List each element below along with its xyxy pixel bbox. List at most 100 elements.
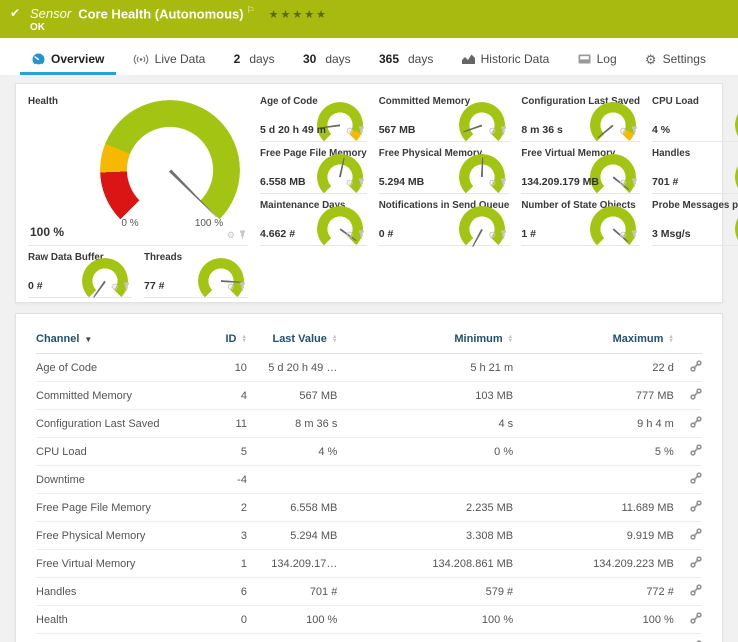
gauge-arc bbox=[198, 258, 244, 304]
gear-icon[interactable]: ⚙ bbox=[488, 179, 496, 188]
sort-icon: ▲▼ bbox=[241, 335, 246, 344]
gear-icon[interactable]: ⚙ bbox=[111, 283, 119, 292]
cell-last-value: 4 % bbox=[247, 438, 337, 466]
pin-icon[interactable] bbox=[123, 282, 130, 292]
gear-icon[interactable]: ⚙ bbox=[619, 179, 627, 188]
gauge-tile[interactable]: CPU Load 4 % ⚙ bbox=[652, 90, 738, 142]
gear-icon[interactable]: ⚙ bbox=[619, 127, 627, 136]
gauge-tile-actions: ⚙ bbox=[488, 126, 507, 136]
priority-stars[interactable]: ★★★★★ bbox=[269, 9, 328, 21]
cell-minimum: 100 % bbox=[337, 606, 513, 634]
gauge-value: 8 m 36 s bbox=[521, 124, 562, 136]
channel-settings-wrench-icon[interactable] bbox=[690, 444, 702, 456]
pin-icon[interactable] bbox=[631, 178, 638, 188]
gear-icon[interactable]: ⚙ bbox=[346, 127, 354, 136]
tab-historic-data[interactable]: Historic Data bbox=[450, 52, 562, 75]
cell-maximum: 9.919 MB bbox=[513, 522, 674, 550]
tab-live-data[interactable]: Live Data bbox=[121, 52, 218, 75]
pin-icon[interactable] bbox=[358, 126, 365, 136]
tab-number: 30 bbox=[303, 52, 316, 66]
gauge-tile[interactable]: Maintenance Days 4.662 # ⚙ bbox=[260, 194, 367, 246]
cell-minimum: 0 % bbox=[337, 438, 513, 466]
gauge-title: Handles bbox=[652, 142, 738, 159]
pin-icon[interactable] bbox=[358, 230, 365, 240]
gauge-grid: Health 0 % 100 % 100 % ⚙ bbox=[28, 90, 710, 298]
gear-icon[interactable]: ⚙ bbox=[346, 179, 354, 188]
gear-icon[interactable]: ⚙ bbox=[346, 231, 354, 240]
gauge-tile[interactable]: Committed Memory 567 MB ⚙ bbox=[379, 90, 510, 142]
gauge-icon bbox=[32, 53, 45, 66]
gauge-tile[interactable]: Number of State Objects 1 # ⚙ bbox=[521, 194, 640, 246]
gear-icon[interactable]: ⚙ bbox=[619, 231, 627, 240]
pin-icon[interactable] bbox=[500, 126, 507, 136]
gauge-tile[interactable]: Age of Code 5 d 20 h 49 m ⚙ bbox=[260, 90, 367, 142]
gauge-tile[interactable]: Free Physical Memory 5.294 MB ⚙ bbox=[379, 142, 510, 194]
gear-icon[interactable]: ⚙ bbox=[488, 127, 496, 136]
gauge-tile[interactable]: Threads 77 # ⚙ bbox=[144, 246, 248, 298]
column-header-maximum[interactable]: Maximum▲▼ bbox=[513, 324, 674, 354]
tab-number: 365 bbox=[379, 52, 399, 66]
cell-last-value: 567 MB bbox=[247, 382, 337, 410]
column-header-minimum[interactable]: Minimum▲▼ bbox=[337, 324, 513, 354]
settings-gear-icon: ⚙ bbox=[645, 53, 657, 66]
channel-settings-wrench-icon[interactable] bbox=[690, 416, 702, 428]
pin-icon[interactable] bbox=[631, 230, 638, 240]
tab-2-days[interactable]: 2 days bbox=[222, 52, 287, 75]
column-header-channel[interactable]: Channel▼ bbox=[36, 324, 212, 354]
tab-30-days[interactable]: 30 days bbox=[291, 52, 363, 75]
channel-settings-wrench-icon[interactable] bbox=[690, 500, 702, 512]
flag-icon[interactable]: ⚐ bbox=[247, 5, 255, 15]
pin-icon[interactable] bbox=[631, 126, 638, 136]
table-row: Handles 6 701 # 579 # 772 # bbox=[36, 578, 702, 606]
cell-maximum bbox=[513, 466, 674, 494]
channel-settings-wrench-icon[interactable] bbox=[690, 584, 702, 596]
cell-minimum: 579 # bbox=[337, 578, 513, 606]
table-row: Configuration Last Saved 11 8 m 36 s 4 s… bbox=[36, 410, 702, 438]
health-gauge-tile[interactable]: Health 0 % 100 % 100 % ⚙ bbox=[28, 90, 248, 246]
gauge-value: 77 # bbox=[144, 280, 164, 292]
tab-365-days[interactable]: 365 days bbox=[367, 52, 445, 75]
pin-icon[interactable] bbox=[239, 282, 246, 292]
pin-icon[interactable] bbox=[239, 230, 246, 240]
table-row: Maintenance Days 9 4.662 # 4.662 # 4.698… bbox=[36, 634, 702, 642]
gauge-tile[interactable]: Handles 701 # ⚙ bbox=[652, 142, 738, 194]
channel-settings-wrench-icon[interactable] bbox=[690, 612, 702, 624]
gauge-tile-actions: ⚙ bbox=[488, 178, 507, 188]
tab-log[interactable]: Log bbox=[566, 52, 629, 75]
pin-icon[interactable] bbox=[358, 178, 365, 188]
gauge-tile[interactable]: Free Page File Memory 6.558 MB ⚙ bbox=[260, 142, 367, 194]
cell-channel: CPU Load bbox=[36, 438, 212, 466]
gauge-value: 134.209.179 MB bbox=[521, 176, 599, 188]
gear-icon[interactable]: ⚙ bbox=[227, 283, 235, 292]
gauge-tile[interactable]: Probe Messages per Second 3 Msg/s ⚙ bbox=[652, 194, 738, 246]
cell-maximum: 100 % bbox=[513, 606, 674, 634]
pin-icon[interactable] bbox=[500, 230, 507, 240]
gauge-tile[interactable]: Notifications in Send Queue 0 # ⚙ bbox=[379, 194, 510, 246]
pin-icon[interactable] bbox=[500, 178, 507, 188]
column-header-actions bbox=[674, 324, 702, 354]
gauge-arc bbox=[459, 206, 505, 252]
tab-settings[interactable]: ⚙ Settings bbox=[633, 52, 718, 75]
channel-settings-wrench-icon[interactable] bbox=[690, 360, 702, 372]
channel-settings-wrench-icon[interactable] bbox=[690, 472, 702, 484]
table-row: Downtime -4 bbox=[36, 466, 702, 494]
channel-settings-wrench-icon[interactable] bbox=[690, 388, 702, 400]
cell-minimum bbox=[337, 466, 513, 494]
cell-id: 1 bbox=[212, 550, 247, 578]
gauge-tile-actions: ⚙ bbox=[619, 230, 638, 240]
column-header-last-value[interactable]: Last Value▲▼ bbox=[247, 324, 337, 354]
gauge-value: 5 d 20 h 49 m bbox=[260, 124, 326, 136]
gauge-tile[interactable]: Free Virtual Memory 134.209.179 MB ⚙ bbox=[521, 142, 640, 194]
column-header-id[interactable]: ID▲▼ bbox=[212, 324, 247, 354]
gauge-tile[interactable]: Configuration Last Saved 8 m 36 s ⚙ bbox=[521, 90, 640, 142]
tab-overview[interactable]: Overview bbox=[20, 52, 116, 75]
gauge-tile[interactable]: Raw Data Buffer 0 # ⚙ bbox=[28, 246, 132, 298]
cell-minimum: 3.308 MB bbox=[337, 522, 513, 550]
gear-icon[interactable]: ⚙ bbox=[227, 231, 235, 240]
channel-settings-wrench-icon[interactable] bbox=[690, 528, 702, 540]
table-row: CPU Load 5 4 % 0 % 5 % bbox=[36, 438, 702, 466]
channel-settings-wrench-icon[interactable] bbox=[690, 556, 702, 568]
gear-icon[interactable]: ⚙ bbox=[488, 231, 496, 240]
cell-maximum: 134.209.223 MB bbox=[513, 550, 674, 578]
cell-id: 5 bbox=[212, 438, 247, 466]
